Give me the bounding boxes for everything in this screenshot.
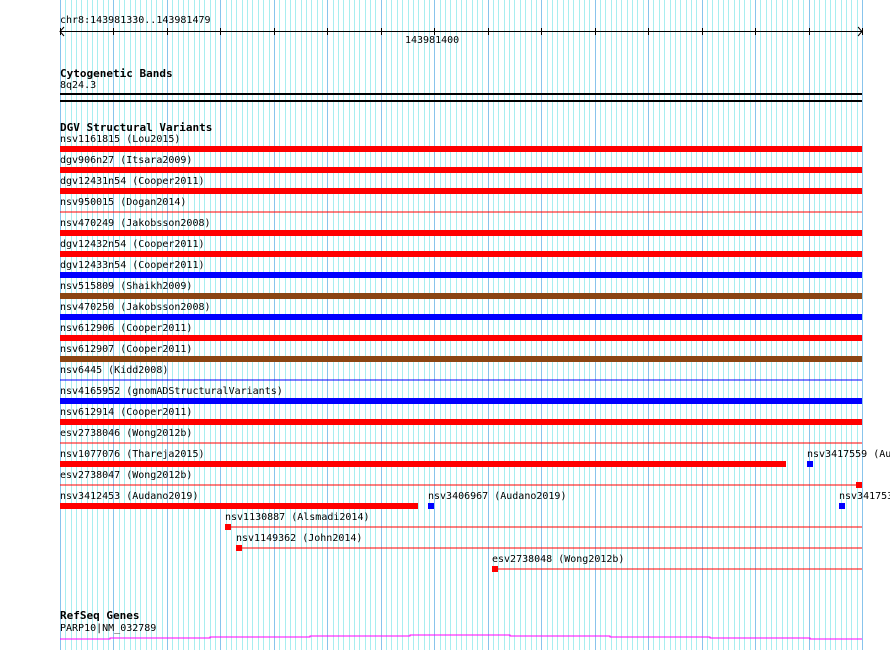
- variant-bar[interactable]: [60, 419, 862, 425]
- track-divider: [60, 100, 862, 102]
- track-title-dgv[interactable]: DGV Structural Variants: [60, 121, 212, 134]
- variant-bar[interactable]: [60, 251, 862, 257]
- variant-box[interactable]: [856, 482, 862, 488]
- variant-line[interactable]: [60, 442, 862, 444]
- variant-label[interactable]: nsv1149362 (John2014): [236, 533, 362, 545]
- variant-bar[interactable]: [60, 314, 862, 320]
- variant-label[interactable]: dgv12431n54 (Cooper2011): [60, 176, 205, 188]
- variant-box[interactable]: [236, 545, 242, 551]
- variant-bar[interactable]: [60, 167, 862, 173]
- variant-label[interactable]: dgv906n27 (Itsara2009): [60, 155, 192, 167]
- variant-bar[interactable]: [60, 356, 862, 362]
- variant-bar[interactable]: [60, 146, 862, 152]
- variant-label[interactable]: nsv612907 (Cooper2011): [60, 344, 192, 356]
- variant-line[interactable]: [225, 526, 862, 528]
- variant-label[interactable]: nsv612906 (Cooper2011): [60, 323, 192, 335]
- variant-bar[interactable]: [60, 503, 418, 509]
- variant-label[interactable]: nsv3417559 (Au: [807, 449, 890, 461]
- variant-bar[interactable]: [60, 230, 862, 236]
- variant-label[interactable]: nsv3406967 (Audano2019): [428, 491, 566, 503]
- variant-label[interactable]: esv2738047 (Wong2012b): [60, 470, 192, 482]
- ruler-location: chr8:143981330..143981479: [60, 15, 211, 26]
- variant-bar[interactable]: [60, 272, 862, 278]
- variant-label[interactable]: nsv4165952 (gnomADStructuralVariants): [60, 386, 283, 398]
- ruler-tick-label: 143981400: [405, 35, 460, 46]
- variant-line[interactable]: [60, 211, 862, 213]
- variant-box[interactable]: [428, 503, 434, 509]
- variant-line[interactable]: [60, 379, 862, 381]
- variant-line[interactable]: [492, 568, 862, 570]
- gene-label[interactable]: PARP10|NM_032789: [60, 623, 156, 635]
- variant-label[interactable]: dgv12432n54 (Cooper2011): [60, 239, 205, 251]
- variant-label[interactable]: nsv612914 (Cooper2011): [60, 407, 192, 419]
- variant-label[interactable]: nsv1130887 (Alsmadi2014): [225, 512, 370, 524]
- variant-label[interactable]: nsv470249 (Jakobsson2008): [60, 218, 211, 230]
- variant-label[interactable]: nsv6445 (Kidd2008): [60, 365, 168, 377]
- variant-bar[interactable]: [60, 335, 862, 341]
- variant-box[interactable]: [492, 566, 498, 572]
- variant-bar[interactable]: [60, 293, 862, 299]
- variant-label[interactable]: nsv515809 (Shaikh2009): [60, 281, 192, 293]
- variant-bar[interactable]: [60, 461, 786, 467]
- variant-label[interactable]: nsv950015 (Dogan2014): [60, 197, 186, 209]
- cyto-band-label: 8q24.3: [60, 80, 97, 91]
- variant-line[interactable]: [60, 484, 862, 486]
- variant-label[interactable]: nsv1077076 (Thareja2015): [60, 449, 205, 461]
- variant-box[interactable]: [807, 461, 813, 467]
- variant-box[interactable]: [839, 503, 845, 509]
- variant-box[interactable]: [225, 524, 231, 530]
- variant-label[interactable]: esv2738048 (Wong2012b): [492, 554, 624, 566]
- track-title-refseq-genes[interactable]: RefSeq Genes: [60, 609, 139, 622]
- variant-label[interactable]: nsv341753: [839, 491, 890, 503]
- variant-bar[interactable]: [60, 398, 862, 404]
- track-title-cytogenetic-bands[interactable]: Cytogenetic Bands: [60, 67, 173, 80]
- variant-label[interactable]: esv2738046 (Wong2012b): [60, 428, 192, 440]
- cyto-band-bar[interactable]: [60, 93, 862, 95]
- variant-label[interactable]: nsv470250 (Jakobsson2008): [60, 302, 211, 314]
- variant-bar[interactable]: [60, 188, 862, 194]
- variant-label[interactable]: nsv1161815 (Lou2015): [60, 134, 180, 146]
- variant-line[interactable]: [236, 547, 862, 549]
- variant-label[interactable]: dgv12433n54 (Cooper2011): [60, 260, 205, 272]
- variant-label[interactable]: nsv3412453 (Audano2019): [60, 491, 198, 503]
